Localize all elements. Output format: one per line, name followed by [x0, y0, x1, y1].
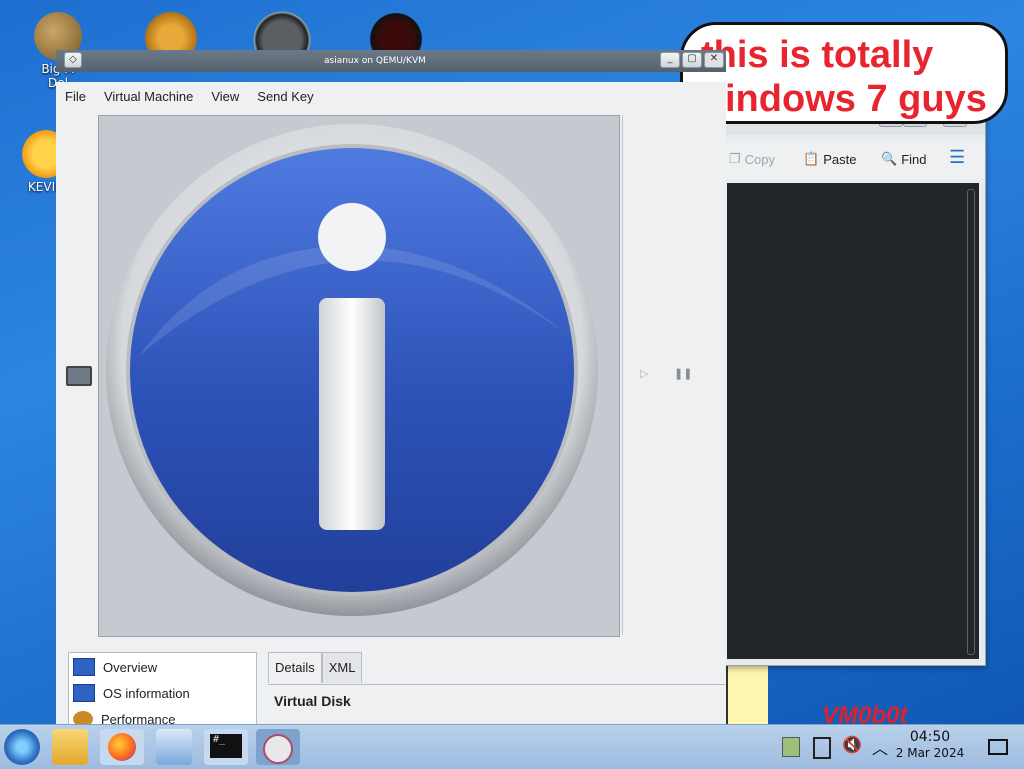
sidebar-item-label: Overview [103, 659, 158, 675]
window-menu-button[interactable]: ◇ [64, 52, 82, 68]
bubble-text: this is totally indows 7 guys [701, 33, 987, 121]
paste-button[interactable]: 📋 Paste [803, 151, 856, 167]
paste-label: Paste [823, 151, 857, 167]
window-title: asianux on QEMU/KVM [324, 56, 426, 66]
copy-label: Copy [744, 151, 776, 167]
bubble-line-2: indows 7 guys [725, 78, 987, 120]
virt-manager-icon[interactable] [256, 729, 300, 765]
monitor-icon[interactable] [66, 366, 92, 386]
menu-bar: File Virtual Machine View Send Key [56, 82, 726, 110]
find-label: Find [901, 151, 927, 167]
details-tabs: Details XML [268, 652, 363, 684]
start-button[interactable] [4, 729, 40, 765]
sidebar-item-label: OS information [103, 685, 190, 701]
terminal-taskbar-icon[interactable]: #_ [204, 729, 248, 765]
pause-icon[interactable]: ❚❚ [674, 367, 692, 380]
vm-titlebar[interactable]: ◇ asianux on QEMU/KVM _ ▢ ✕ [56, 50, 726, 72]
sidebar-item-overview[interactable]: Overview [69, 655, 259, 679]
terminal-screen[interactable] [727, 183, 979, 659]
tab-underline [268, 684, 726, 685]
vm-window: File Virtual Machine View Send Key ▷ ❚❚ … [56, 82, 726, 744]
vm-maximize-button[interactable]: ▢ [682, 52, 702, 68]
hamburger-icon: ☰ [949, 147, 966, 167]
speech-bubble: this is totally indows 7 guys [680, 22, 1008, 124]
copy-button[interactable]: ❐ Copy [729, 151, 775, 167]
clock-date: 2 Mar 2024 [895, 746, 965, 760]
terminal-icon: #_ [210, 734, 242, 758]
sidebar-item-os-information[interactable]: OS information [69, 681, 259, 705]
play-icon[interactable]: ▷ [640, 367, 648, 380]
menu-file[interactable]: File [65, 89, 86, 104]
computer-icon [73, 684, 95, 702]
volume-muted-icon[interactable]: 🔇 [842, 735, 862, 754]
chevron-up-icon[interactable]: ︿ [872, 735, 888, 759]
taskbar: #_ 🔇 ︿ 04:50 2 Mar 2024 [0, 724, 1024, 769]
menu-view[interactable]: View [211, 89, 239, 104]
console-divider[interactable] [622, 115, 623, 635]
firefox-icon[interactable] [100, 729, 144, 765]
wallpaper-decoration [726, 660, 768, 724]
bubble-line-1: this is totally [701, 34, 934, 76]
menu-virtual-machine[interactable]: Virtual Machine [104, 89, 193, 104]
search-icon: 🔍 [881, 151, 898, 166]
vm-minimize-button[interactable]: _ [660, 52, 680, 68]
find-button[interactable]: 🔍 Find [881, 151, 926, 167]
hamburger-menu-button[interactable]: ☰ [949, 147, 965, 168]
terminal-window[interactable]: _ □ ✕ ❐ Copy 📋 Paste 🔍 Find ☰ [722, 104, 986, 666]
scrollbar[interactable] [967, 189, 975, 655]
tab-details[interactable]: Details [268, 652, 322, 683]
vm-logo [263, 734, 293, 764]
notes-tray-icon[interactable] [813, 737, 831, 759]
network-settings-icon[interactable] [156, 729, 192, 765]
terminal-toolbar: ❐ Copy 📋 Paste 🔍 Find ☰ [723, 143, 985, 179]
copy-icon: ❐ [729, 151, 741, 166]
vm-close-button[interactable]: ✕ [704, 52, 724, 68]
computer-icon [73, 658, 95, 676]
info-icon [106, 124, 598, 616]
paste-icon: 📋 [803, 151, 820, 166]
show-desktop-icon[interactable] [988, 739, 1008, 755]
clipboard-tray-icon[interactable] [782, 737, 800, 757]
firefox-logo [108, 733, 136, 761]
folder-icon[interactable] [52, 729, 88, 765]
menu-send-key[interactable]: Send Key [257, 89, 313, 104]
vm-console[interactable] [98, 115, 620, 637]
tab-xml[interactable]: XML [321, 652, 363, 683]
clock[interactable]: 04:50 2 Mar 2024 [890, 729, 970, 761]
section-heading: Virtual Disk [274, 693, 351, 709]
clock-time: 04:50 [909, 729, 951, 745]
